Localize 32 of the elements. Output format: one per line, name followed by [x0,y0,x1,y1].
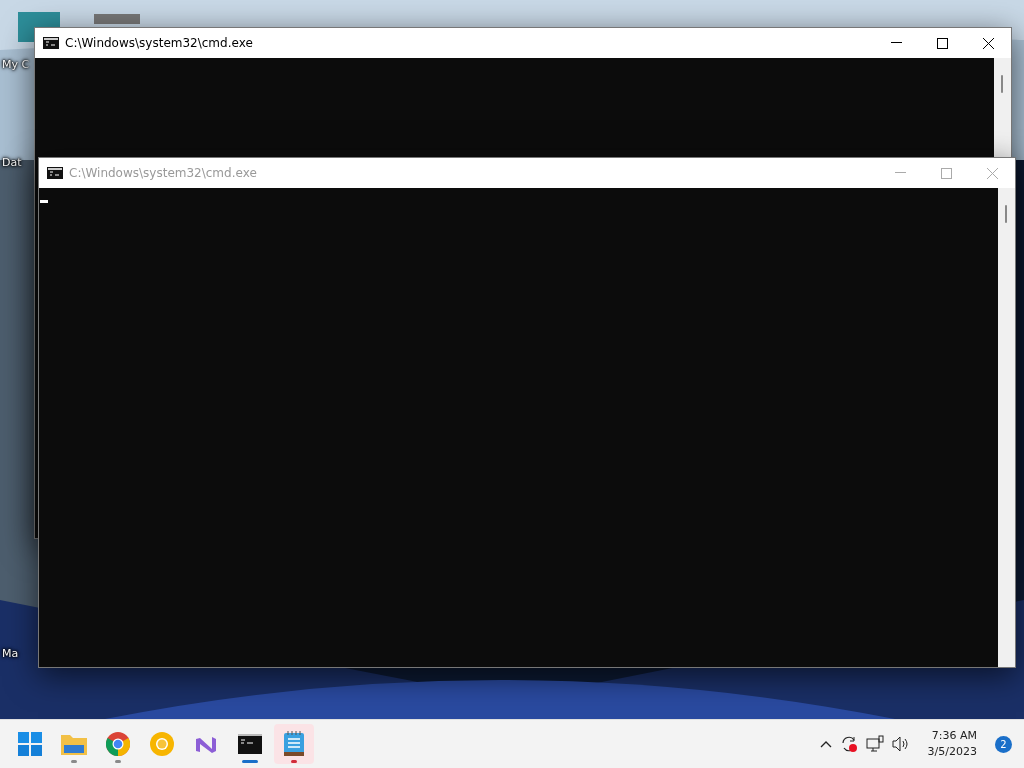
console-icon [43,37,59,49]
window-title: C:\Windows\system32\cmd.exe [65,36,254,50]
console-icon [238,734,262,754]
close-icon [982,37,994,49]
desktop-icon-label[interactable]: Ma [2,647,19,660]
network-icon[interactable] [865,735,884,753]
maximize-icon [936,37,948,49]
windows-logo-icon [18,732,42,756]
maximize-icon [940,167,952,179]
running-indicator [71,760,77,763]
notification-count[interactable]: 2 [995,735,1012,753]
browser-icon [106,732,130,756]
clock-time[interactable]: 7:36 AM [931,728,977,744]
browser-icon [150,732,174,756]
notepad-icon [284,731,304,757]
sync-alert-icon[interactable] [839,735,858,753]
close-icon [986,167,998,179]
scrollbar-thumb[interactable] [1005,205,1007,223]
console-icon [47,167,63,179]
running-indicator [291,760,297,763]
running-indicator [242,760,258,763]
speaker-icon[interactable] [891,736,910,752]
clock-date[interactable]: 3/5/2023 [927,744,977,760]
minimize-icon [890,42,902,44]
running-indicator [115,760,121,763]
taskbar-app-button[interactable] [274,724,314,764]
desktop-icon-label[interactable]: Dat [2,156,22,169]
scrollbar-thumb[interactable] [1001,75,1003,93]
minimize-icon [894,172,906,174]
chevron-up-icon[interactable] [819,740,832,748]
folder-icon [61,733,87,755]
window-title: C:\Windows\system32\cmd.exe [69,166,258,180]
